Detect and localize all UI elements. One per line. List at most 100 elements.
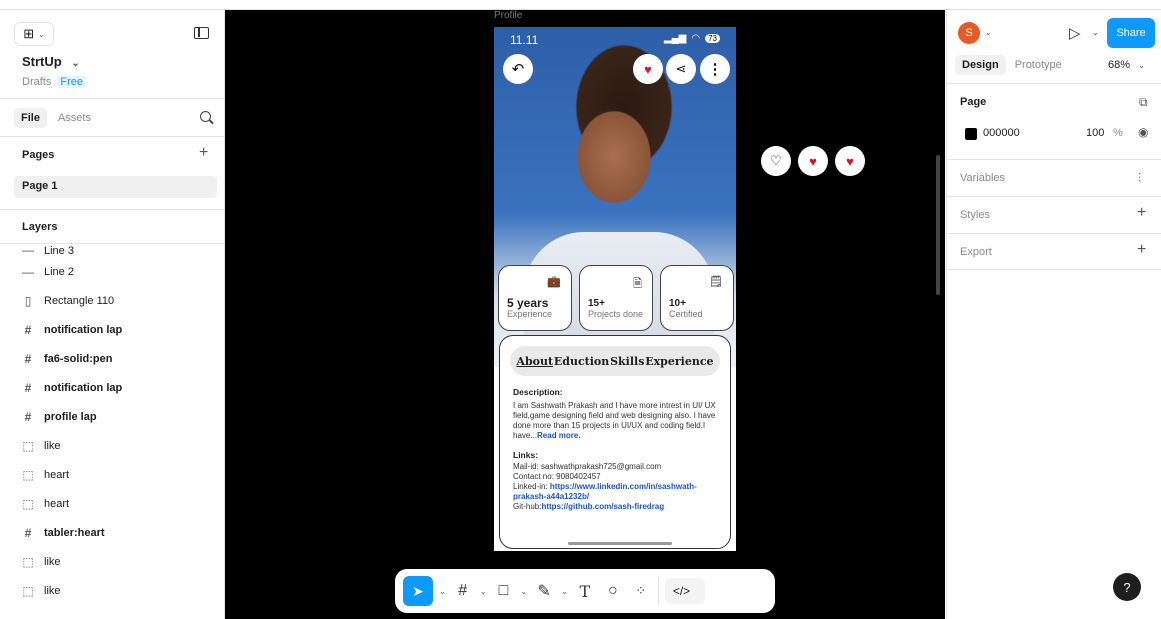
eye-icon[interactable]: ◉	[1138, 125, 1148, 139]
project-name-label: StrtUp	[22, 54, 62, 69]
layer-row[interactable]: ⬚ like	[0, 547, 224, 576]
chevron-down-icon: ⌄	[38, 29, 45, 39]
layer-label: profile lap	[44, 410, 97, 423]
heart-filled-component[interactable]: ♥	[835, 146, 865, 176]
chevron-down-icon[interactable]: ⌄	[561, 587, 568, 596]
drafts-link[interactable]: Drafts	[22, 76, 51, 88]
canvas-scrollbar[interactable]	[936, 155, 940, 295]
layer-row[interactable]: ⬚ like	[0, 431, 224, 460]
battery-icon: 73	[705, 34, 720, 43]
layer-row[interactable]: # tabler:heart	[0, 518, 224, 547]
avatar[interactable]: S	[958, 22, 980, 44]
layer-row[interactable]: — Line 3	[0, 243, 224, 257]
heart-burst-component[interactable]: ♥	[798, 146, 828, 176]
export-label[interactable]: Export	[960, 246, 992, 258]
actions-tool[interactable]: ⁘	[630, 576, 652, 606]
divider	[947, 159, 1161, 160]
present-play-icon[interactable]: ▷	[1069, 24, 1081, 42]
heart-icon: ♥	[846, 153, 854, 169]
profile-frame[interactable]: 11.11 ▂▄▆ ◠ 73 ↶ ♥ ⋖ ⋮ 💼 5 years Experie…	[494, 27, 736, 551]
frame-icon: #	[24, 525, 32, 540]
layer-list: — Line 3 — Line 2 ▯ Rectangle 110 # notificatio…	[0, 243, 224, 619]
chevron-down-icon[interactable]: ⌄	[480, 587, 487, 596]
zoom-level[interactable]: 68% ⌄	[1108, 59, 1145, 71]
layer-row[interactable]: # fa6-solid:pen	[0, 344, 224, 373]
heart-outline-component[interactable]: ♡	[761, 146, 791, 176]
like-button[interactable]: ♥	[633, 54, 663, 84]
tab-experience[interactable]: Experience	[645, 355, 713, 368]
more-button[interactable]: ⋮	[700, 54, 730, 84]
contact-line: Contact no: 9080402457	[513, 472, 601, 481]
chevron-down-icon[interactable]: ⌄	[520, 587, 527, 596]
share-button[interactable]: Share	[1107, 18, 1155, 48]
tab-about[interactable]: About	[516, 355, 553, 368]
info-card: About Eduction Skills Experience Descrip…	[499, 335, 731, 549]
bottom-toolbar: ➤ ⌄ # ⌄ □ ⌄ ✎ ⌄ T ○ ⁘ </>	[395, 569, 775, 613]
divider	[0, 98, 224, 99]
code-icon: </>	[672, 584, 691, 598]
share-profile-button[interactable]: ⋖	[666, 54, 696, 84]
layer-row[interactable]: ⬚ like	[0, 576, 224, 605]
heart-icon: ♥	[644, 61, 652, 77]
frame-icon: #	[24, 409, 32, 424]
sidebar-toggle-icon[interactable]	[194, 27, 209, 39]
canvas[interactable]: Profile 11.11 ▂▄▆ ◠ 73 ↶ ♥ ⋖ ⋮ 💼 5 years…	[225, 10, 945, 619]
divider	[947, 269, 1161, 270]
layer-row[interactable]: ⬚ heart	[0, 489, 224, 518]
tab-assets[interactable]: Assets	[51, 108, 98, 128]
dev-mode-toggle[interactable]: </>	[664, 578, 705, 604]
layer-label: tabler:heart	[44, 526, 105, 539]
frame-icon: #	[24, 380, 32, 395]
text-icon: T	[579, 581, 591, 601]
variables-icon[interactable]: ⫶	[1138, 171, 1141, 186]
add-page-icon[interactable]: +	[199, 144, 208, 162]
stat-card-experience[interactable]: 💼 5 years Experience	[498, 265, 572, 331]
layer-row[interactable]: ⬚ heart	[0, 460, 224, 489]
help-button[interactable]: ?	[1113, 573, 1141, 601]
add-export-icon[interactable]: +	[1137, 241, 1146, 259]
styles-label[interactable]: Styles	[960, 209, 990, 221]
shape-tool[interactable]: □	[492, 576, 514, 606]
layer-row[interactable]: # notification lap	[0, 373, 224, 402]
page-color-hex[interactable]: 000000	[983, 127, 1020, 139]
layer-row[interactable]: # profile lap	[0, 402, 224, 431]
rectangle-icon: □	[498, 582, 509, 599]
search-icon[interactable]	[200, 111, 211, 122]
layer-row[interactable]: ▯ Rectangle 110	[0, 286, 224, 315]
pen-tool[interactable]: ✎	[533, 576, 555, 606]
tab-design[interactable]: Design	[955, 55, 1006, 75]
frame-tool[interactable]: #	[452, 576, 474, 606]
signal-icon: ▂▄▆	[663, 33, 687, 44]
comment-tool[interactable]: ○	[602, 576, 624, 606]
add-style-icon[interactable]: +	[1137, 204, 1146, 222]
main-menu-button[interactable]: ⊞ ⌄	[14, 22, 54, 46]
page-item[interactable]: Page 1	[14, 176, 217, 198]
page-color-swatch[interactable]	[965, 128, 977, 140]
text-tool[interactable]: T	[574, 576, 596, 606]
chevron-down-icon[interactable]: ⌄	[439, 587, 446, 596]
move-tool[interactable]: ➤	[403, 576, 433, 606]
tab-skills[interactable]: Skills	[610, 355, 644, 368]
heart-components[interactable]: ♡ ♥ ♥	[761, 146, 865, 176]
divider	[947, 83, 1161, 84]
page-opacity[interactable]: 100	[1086, 127, 1104, 139]
variables-label[interactable]: Variables	[960, 172, 1005, 184]
tab-prototype[interactable]: Prototype	[1008, 55, 1069, 75]
layer-row[interactable]: # notification lap	[0, 315, 224, 344]
stat-value: 5 years	[507, 296, 549, 310]
tab-file[interactable]: File	[14, 108, 47, 128]
layer-row[interactable]: — Line 2	[0, 257, 224, 286]
github-link[interactable]: https://github.com/sash-firedrag	[541, 502, 664, 511]
project-name[interactable]: StrtUp ⌄	[22, 54, 80, 69]
chevron-down-icon[interactable]: ⌄	[1092, 28, 1099, 37]
tab-education[interactable]: Eduction	[554, 355, 609, 368]
certificate-icon: 🗒	[709, 276, 723, 288]
stat-label: Experience	[507, 309, 553, 319]
frame-label[interactable]: Profile	[494, 10, 522, 21]
stat-card-projects[interactable]: 🗎 15+ Projects done	[579, 265, 653, 331]
back-button[interactable]: ↶	[503, 54, 533, 84]
chevron-down-icon[interactable]: ⌄	[985, 28, 992, 37]
page-styles-icon[interactable]: ⧉	[1139, 95, 1148, 110]
read-more-link[interactable]: Read more.	[537, 431, 581, 440]
stat-card-certified[interactable]: 🗒 10+ Certified	[660, 265, 734, 331]
